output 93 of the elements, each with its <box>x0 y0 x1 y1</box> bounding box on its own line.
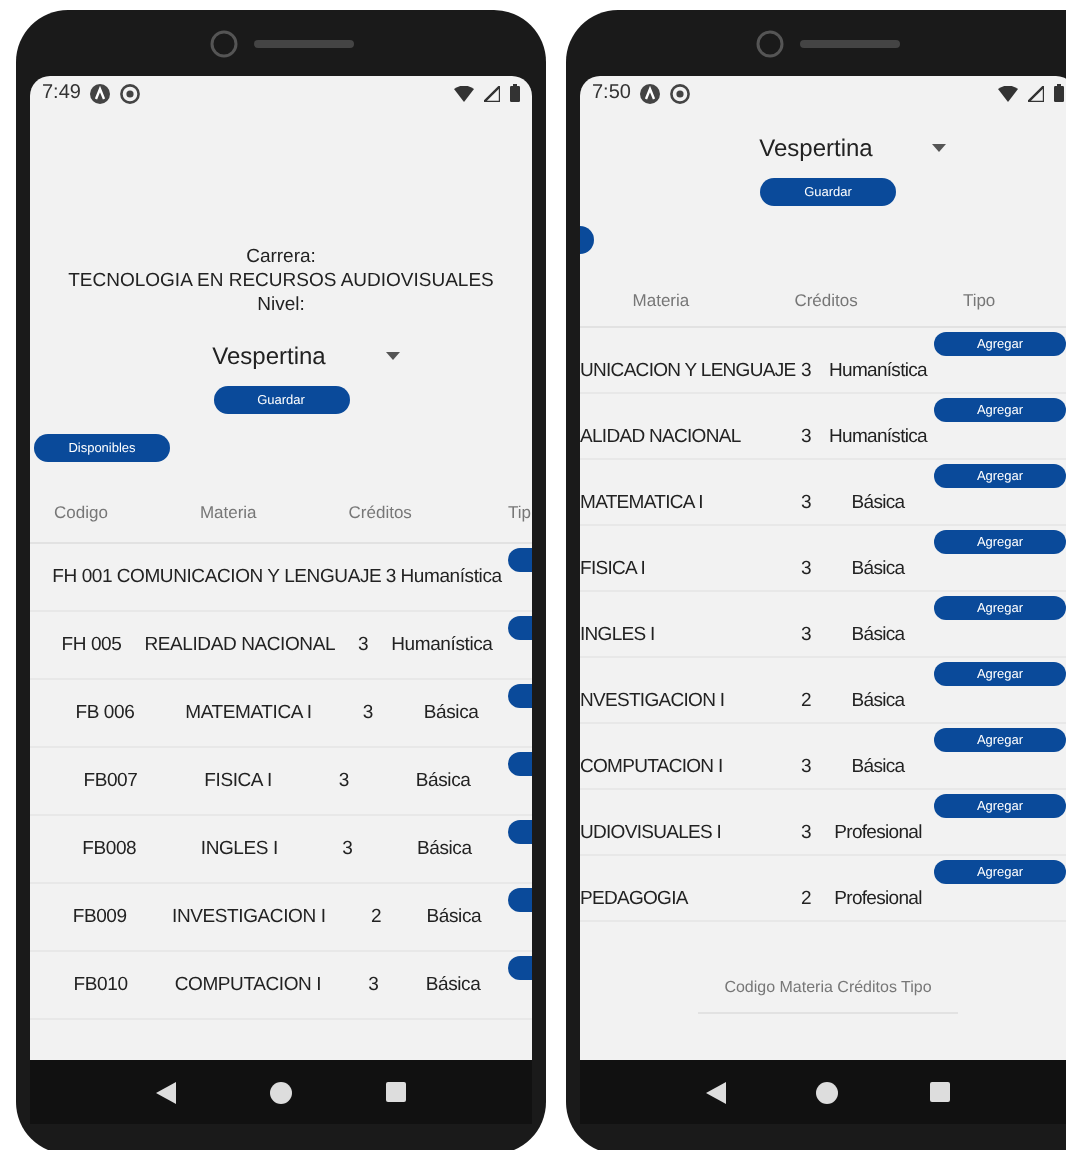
column-header: Tipo <box>962 290 996 310</box>
table-cell: COMPUTACION I <box>174 974 322 996</box>
table-cell-text: NVESTIGACION I <box>580 689 727 711</box>
column-header: Materia <box>199 502 257 522</box>
dropdown-arrow-icon <box>385 352 400 360</box>
table-cell: 2 <box>370 906 382 928</box>
table-cell-text: 3 <box>799 821 813 843</box>
dropdown-arrow-icon <box>932 144 947 152</box>
table-cell-text: UDIOVISUALES I <box>580 821 724 843</box>
sync-icon <box>120 83 141 103</box>
table-cell: Humanística <box>400 566 502 588</box>
table-cell: FB007 <box>83 770 138 792</box>
table-cell: 3 <box>385 566 396 588</box>
table-cell-text: 3 <box>799 557 813 579</box>
table-cell: FB 006 <box>75 702 135 724</box>
home-icon[interactable] <box>269 1081 292 1103</box>
speaker-grille <box>253 39 353 47</box>
table-cell-text: Profesional <box>832 887 924 909</box>
table-cell-text: 3 <box>799 623 813 645</box>
table-cell-text: Básica <box>849 689 907 711</box>
table-cell-text: Básica <box>849 755 907 777</box>
back-icon[interactable] <box>705 1081 726 1103</box>
level-dropdown[interactable]: Vespertina <box>212 342 400 370</box>
table-cell: FB010 <box>73 974 128 996</box>
table-cell: FISICA I <box>204 770 272 792</box>
column-header: Créditos <box>348 502 412 522</box>
table-cell-text: Básica <box>849 623 907 645</box>
table-cell-text: 2 <box>799 887 813 909</box>
table-cell: FH 001 <box>52 566 113 588</box>
table-cell-text: Humanística <box>827 359 930 381</box>
back-icon[interactable] <box>156 1081 177 1103</box>
table-cell: Básica <box>425 974 481 996</box>
table-cell: FH 005 <box>61 634 122 656</box>
available-button[interactable] <box>580 226 594 254</box>
table-cell-text: PEDAGOGIA <box>580 887 691 909</box>
table-cell-text: FISICA I <box>580 557 648 579</box>
table-cell: MATEMATICA I <box>185 702 312 724</box>
table-cell-text: INGLES I <box>580 623 657 645</box>
wifi-icon <box>454 85 474 101</box>
table-footer: Codigo Materia Créditos Tipo <box>698 978 958 1014</box>
table-cell: 3 <box>342 838 353 860</box>
column-header: Materia <box>632 290 690 310</box>
level-label: Nivel: <box>257 294 305 318</box>
table-cell: Humanística <box>391 634 493 656</box>
recents-icon[interactable] <box>385 1082 406 1102</box>
table-cell: Básica <box>426 906 482 928</box>
status-time: 7:49 <box>42 82 81 104</box>
table-cell-text: 3 <box>799 491 813 513</box>
camera-icon <box>209 29 237 57</box>
home-icon[interactable] <box>816 1081 839 1103</box>
battery-icon <box>510 84 520 102</box>
sync-icon <box>670 83 691 103</box>
table-cell: REALIDAD NACIONAL <box>144 634 336 656</box>
table-cell: Básica <box>423 702 479 724</box>
table-cell: INVESTIGACION I <box>172 906 326 928</box>
table-cell-text: MATEMATICA I <box>580 491 705 513</box>
notification-icon <box>90 83 111 103</box>
career-label: Carrera: <box>246 246 316 270</box>
camera-icon <box>756 29 784 57</box>
table-cell-text: Básica <box>849 491 907 513</box>
column-header: Codigo <box>54 502 108 522</box>
signal-icon <box>484 85 500 101</box>
table-cell: Básica <box>417 838 472 860</box>
table-cell-text: COMPUTACION I <box>580 755 725 777</box>
table-cell-text: 3 <box>799 359 813 381</box>
table-cell: 3 <box>368 974 379 996</box>
career-name: TECNOLOGIA EN RECURSOS AUDIOVISUALES <box>68 270 494 294</box>
wifi-icon <box>998 85 1018 101</box>
table-cell: UNICACION Y LENGUAJE <box>580 359 792 381</box>
table-cell-text: Básica <box>849 557 907 579</box>
battery-icon <box>1054 84 1064 102</box>
table-cell: 3 <box>358 634 369 656</box>
status-time: 7:50 <box>592 82 631 104</box>
table-cell: COMUNICACION Y LENGUAJE <box>116 566 382 588</box>
table-cell: FB008 <box>82 838 137 860</box>
table-cell: Básica <box>415 770 471 792</box>
table-cell-text: 2 <box>799 689 813 711</box>
level-dropdown[interactable]: Vespertina <box>759 134 947 162</box>
table-cell-text: Profesional <box>832 821 924 843</box>
table-cell: 3 <box>338 770 349 792</box>
signal-icon <box>1028 85 1044 101</box>
table-cell-text: 3 <box>799 755 813 777</box>
notification-icon <box>640 83 661 103</box>
table-cell: 3 <box>362 702 373 724</box>
recents-icon[interactable] <box>930 1082 951 1102</box>
table-cell-text: 3 <box>799 425 813 447</box>
speaker-grille <box>800 39 900 47</box>
table-cell: INGLES I <box>200 838 278 860</box>
column-header: Créditos <box>794 290 858 310</box>
table-cell-text: Humanística <box>827 425 930 447</box>
column-header: Tip <box>507 502 531 522</box>
table-cell: FB009 <box>72 906 127 928</box>
table-cell-text: ALIDAD NACIONAL <box>580 425 743 447</box>
